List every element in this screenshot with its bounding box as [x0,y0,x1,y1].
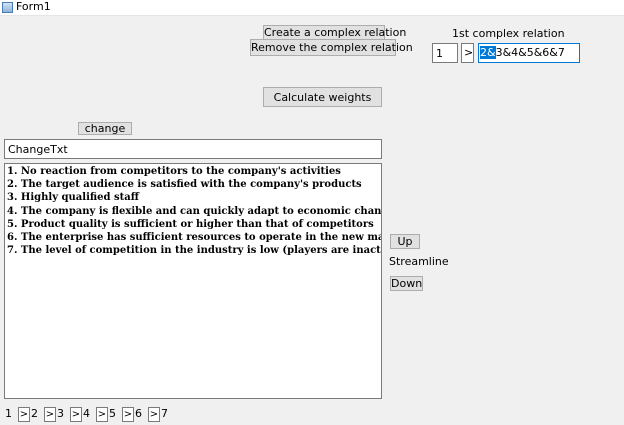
change-text-field[interactable] [4,139,382,159]
sequence-number: 2 [31,407,38,420]
sequence-number: 5 [109,407,116,420]
relation-expression-field[interactable]: 2&3&4&5&6&7 [478,43,580,63]
complex-relation-label: 1st complex relation [452,27,565,40]
list-item[interactable]: 3. Highly qualified staff [7,191,379,204]
calculate-weights-button[interactable]: Calculate weights [263,87,382,107]
app-icon [2,2,13,13]
list-item[interactable]: 6. The enterprise has sufficient resourc… [7,231,381,244]
create-complex-relation-button[interactable]: Create a complex relation [263,25,406,40]
streamline-label: Streamline [389,255,449,268]
window-title: Form1 [16,0,51,13]
list-item[interactable]: 1. No reaction from competitors to the c… [7,165,379,178]
sequence-number: 7 [161,407,168,420]
sequence-operator[interactable]: > [44,407,56,422]
factors-listbox[interactable]: 1. No reaction from competitors to the c… [4,163,382,399]
sequence-operator[interactable]: > [122,407,134,422]
list-item[interactable]: 5. Product quality is sufficient or high… [7,218,379,231]
list-item[interactable]: 7. The level of competition in the indus… [7,244,381,257]
title-bar: Form1 [0,0,624,16]
expression-rest-text: 3&4&5&6&7 [495,46,565,59]
sequence-number: 3 [57,407,64,420]
list-item[interactable]: 4. The company is flexible and can quick… [7,205,381,218]
relation-operator-field[interactable]: > [461,43,474,63]
up-button[interactable]: Up [390,234,420,249]
sequence-number: 1 [5,407,12,420]
list-item[interactable]: 2. The target audience is satisfied with… [7,178,379,191]
change-button[interactable]: change [78,122,132,135]
remove-complex-relation-button[interactable]: Remove the complex relation [250,39,413,56]
sequence-operator[interactable]: > [148,407,160,422]
sequence-operator[interactable]: > [96,407,108,422]
sequence-operator[interactable]: > [70,407,82,422]
sequence-number: 4 [83,407,90,420]
selected-text: 2& [480,46,496,59]
relation-left-field[interactable] [432,43,458,63]
sequence-number: 6 [135,407,142,420]
sequence-operator[interactable]: > [18,407,30,422]
down-button[interactable]: Down [390,276,423,291]
